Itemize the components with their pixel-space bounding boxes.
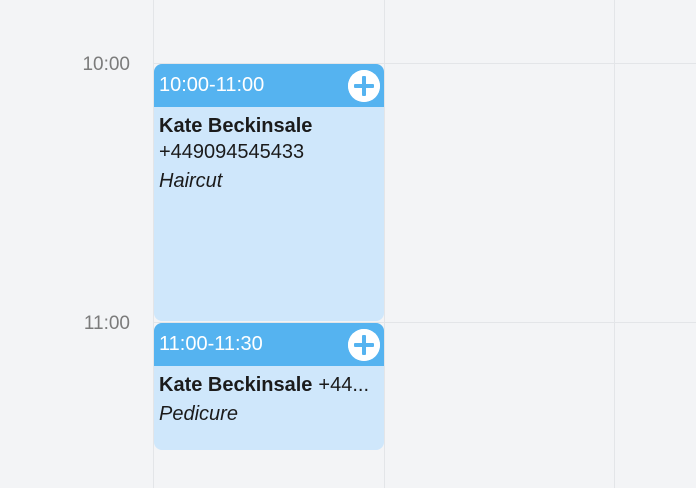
appointment-time: 11:00-11:30 xyxy=(159,333,263,355)
service-name: Haircut xyxy=(159,170,223,192)
appointment-card[interactable]: 11:00-11:30 Kate Beckinsale +44... Pedicu… xyxy=(154,323,384,450)
time-column: 10:00 11:00 xyxy=(0,0,153,488)
appointment-details: Kate Beckinsale +449094545433 Haircut xyxy=(154,107,384,193)
plus-circle-icon xyxy=(348,70,380,102)
client-phone: +44... xyxy=(318,374,370,396)
grid-divider xyxy=(614,0,615,488)
appointment-details: Kate Beckinsale +44... Pedicure xyxy=(154,366,384,426)
service-name: Pedicure xyxy=(159,403,238,425)
add-button[interactable] xyxy=(348,70,380,102)
time-label-11: 11:00 xyxy=(83,313,130,334)
grid-divider xyxy=(384,0,385,488)
time-label-10: 10:00 xyxy=(82,54,130,75)
client-name: Kate Beckinsale xyxy=(159,374,313,396)
appointment-card[interactable]: 10:00-11:00 Kate Beckinsale +44909454543… xyxy=(154,64,384,321)
appointment-header: 10:00-11:00 xyxy=(154,64,384,107)
client-name: Kate Beckinsale xyxy=(159,115,313,137)
add-button[interactable] xyxy=(348,329,380,361)
client-phone: +449094545433 xyxy=(159,141,305,163)
appointment-time: 10:00-11:00 xyxy=(159,74,265,96)
client-info-row: Kate Beckinsale +44... xyxy=(159,374,379,397)
plus-circle-icon xyxy=(348,329,380,361)
appointment-header: 11:00-11:30 xyxy=(154,323,384,366)
